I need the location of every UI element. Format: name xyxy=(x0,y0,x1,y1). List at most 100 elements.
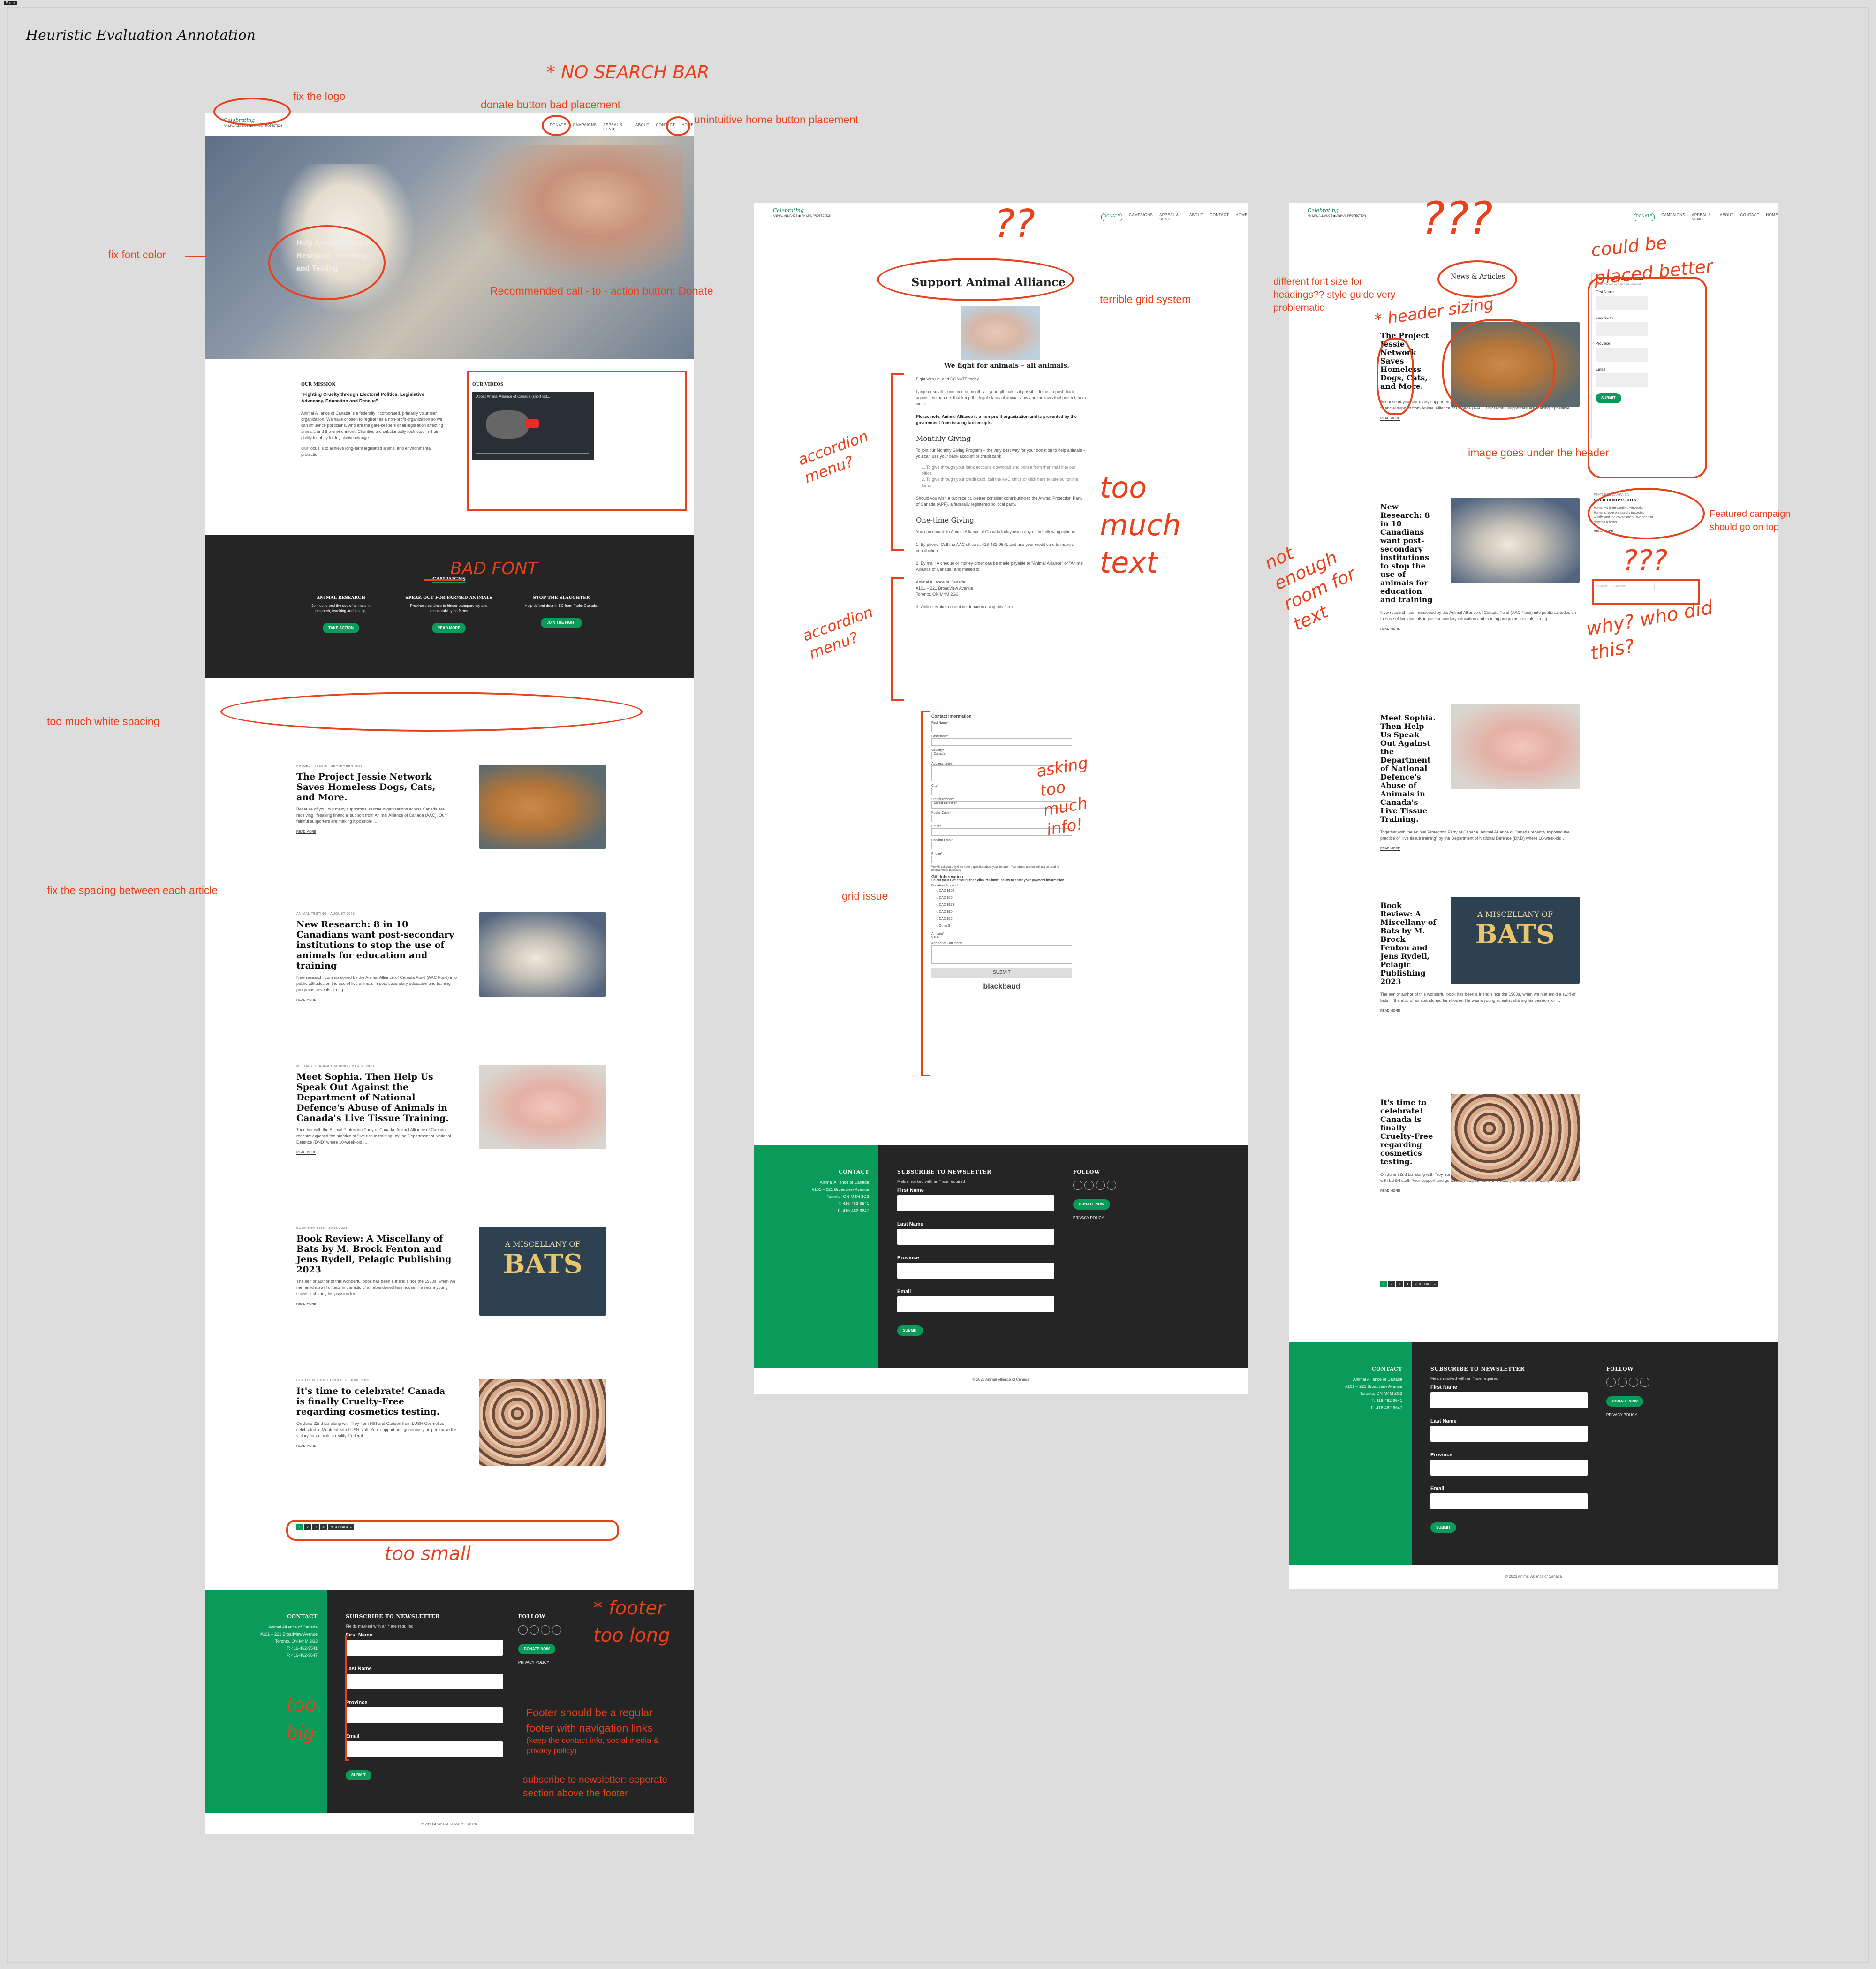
contact-phone[interactable]: T: 416-462-9541 xyxy=(260,1645,318,1652)
form-country-select[interactable]: Canada xyxy=(931,752,1072,759)
contact-phone[interactable]: T: 416-462-9541 xyxy=(1345,1397,1402,1404)
province-input[interactable] xyxy=(897,1263,1054,1279)
email-input[interactable] xyxy=(1430,1493,1588,1509)
province-input[interactable] xyxy=(346,1707,503,1723)
nav-home[interactable]: HOME xyxy=(1235,213,1248,221)
last-name-input[interactable] xyxy=(346,1674,503,1689)
last-name-input[interactable] xyxy=(897,1229,1054,1245)
footer-contact-heading: CONTACT xyxy=(1372,1366,1402,1372)
monthly-item-2[interactable]: 2. To give through your credit card, cal… xyxy=(916,477,1087,489)
page-4[interactable]: 4 xyxy=(1404,1281,1411,1287)
nav-campaigns[interactable]: CAMPAIGNS xyxy=(573,123,597,131)
amount-option[interactable]: ○ CAD $100 xyxy=(936,887,1072,894)
instagram-icon[interactable] xyxy=(1629,1378,1638,1387)
newsletter-submit-button[interactable]: SUBMIT xyxy=(346,1770,371,1780)
first-name-input[interactable] xyxy=(1430,1392,1588,1408)
facebook-icon[interactable] xyxy=(1618,1378,1627,1387)
instagram-icon[interactable] xyxy=(1096,1181,1105,1190)
read-more-link[interactable]: READ MORE xyxy=(1380,417,1400,421)
form-confirm-email-input[interactable] xyxy=(931,842,1072,849)
form-last-name-input[interactable] xyxy=(931,738,1072,746)
nav-appeal[interactable]: APPEAL & SEND xyxy=(1692,213,1713,221)
read-more-link[interactable]: READ MORE xyxy=(1380,1189,1400,1193)
read-more-link[interactable]: READ MORE xyxy=(1380,628,1400,631)
join-fight-button[interactable]: JOIN THE FIGHT xyxy=(541,618,582,628)
province-input[interactable] xyxy=(1430,1460,1588,1476)
take-action-button[interactable]: TAKE ACTION xyxy=(323,623,359,633)
email-icon[interactable] xyxy=(518,1625,528,1635)
facebook-icon[interactable] xyxy=(1084,1181,1094,1190)
email-input[interactable] xyxy=(897,1296,1054,1312)
email-icon[interactable] xyxy=(1073,1181,1082,1190)
news-article-4[interactable]: Book Review: A Miscellany of Bats by M. … xyxy=(1380,897,1580,1014)
privacy-policy-link[interactable]: PRIVACY POLICY xyxy=(518,1660,549,1665)
nav-appeal[interactable]: APPEAL & SEND xyxy=(1159,213,1183,221)
monthly-item-1[interactable]: 1. To give through your bank account, do… xyxy=(916,464,1087,477)
nav-campaigns[interactable]: CAMPAIGNS xyxy=(1129,213,1153,221)
amount-option[interactable]: ○ CAD $25 xyxy=(936,916,1072,923)
first-name-input[interactable] xyxy=(346,1640,503,1656)
read-more-link[interactable]: READ MORE xyxy=(1380,847,1400,851)
news-article-3[interactable]: Meet Sophia. Then Help Us Speak Out Agai… xyxy=(1380,704,1580,852)
newsletter-submit-button[interactable]: SUBMIT xyxy=(897,1325,923,1336)
article-3[interactable]: MILITARY TRAUMA TRAINING · MARCH 2023 Me… xyxy=(296,1065,606,1156)
article-2[interactable]: ANIMAL TESTING · AUGUST 2023 New Researc… xyxy=(296,912,606,1003)
news-article-2[interactable]: New Research: 8 in 10 Canadians want pos… xyxy=(1380,498,1580,632)
footer-donate-button[interactable]: DONATE NOW xyxy=(1073,1199,1110,1210)
amount-option[interactable]: ○ CAD $175 xyxy=(936,901,1072,909)
email-icon[interactable] xyxy=(1606,1378,1616,1387)
article-1[interactable]: PROJECT JESSIE · SEPTEMBER 2023 The Proj… xyxy=(296,765,606,849)
instagram-icon[interactable] xyxy=(541,1625,550,1635)
nav-about[interactable]: ABOUT xyxy=(635,123,650,131)
article-5[interactable]: BEAUTY WITHOUT CRUELTY · JUNE 2023 It's … xyxy=(296,1379,606,1466)
read-more-button[interactable]: READ MORE xyxy=(431,623,466,633)
news-article-5[interactable]: It's time to celebrate! Canada is finall… xyxy=(1380,1094,1580,1194)
comments-textarea[interactable] xyxy=(931,945,1072,964)
privacy-policy-link[interactable]: PRIVACY POLICY xyxy=(1073,1216,1104,1220)
nav-home[interactable]: HOME xyxy=(1766,213,1778,221)
read-more-link[interactable]: READ MORE xyxy=(296,830,317,834)
nav-donate[interactable]: DONATE xyxy=(1634,213,1655,221)
read-more-link[interactable]: READ MORE xyxy=(296,999,317,1002)
page-3[interactable]: 3 xyxy=(1396,1281,1403,1287)
nav-appeal[interactable]: APPEAL & SEND xyxy=(603,123,629,131)
page-2[interactable]: 2 xyxy=(1388,1281,1395,1287)
first-name-input[interactable] xyxy=(897,1195,1054,1211)
amount-option[interactable]: ○ Other $ xyxy=(936,923,1072,930)
read-more-link[interactable]: READ MORE xyxy=(296,1445,317,1448)
article-4[interactable]: BOOK REVIEWS · JUNE 2023 Book Review: A … xyxy=(296,1227,606,1316)
site-logo[interactable]: Celebrating ANIMAL ALLIANCE ▣ ANIMAL PRO… xyxy=(773,207,831,218)
page-1[interactable]: 1 xyxy=(1380,1281,1387,1287)
contact-phone[interactable]: T: 416-462-9541 xyxy=(812,1200,869,1207)
nav-campaigns[interactable]: CAMPAIGNS xyxy=(1661,213,1685,221)
amount-option[interactable]: ○ CAD $10 xyxy=(936,909,1072,916)
facebook-icon[interactable] xyxy=(530,1625,539,1635)
footer-donate-button[interactable]: DONATE NOW xyxy=(1606,1396,1643,1407)
form-first-name-input[interactable] xyxy=(931,725,1072,732)
nav-contact[interactable]: CONTACT xyxy=(1210,213,1229,221)
next-page[interactable]: NEXT PAGE » xyxy=(1412,1281,1438,1287)
monthly-heading: Monthly Giving xyxy=(916,434,971,443)
newsletter-submit-button[interactable]: SUBMIT xyxy=(1430,1522,1456,1533)
annotation-grid-issue: grid issue xyxy=(842,890,888,902)
youtube-icon[interactable] xyxy=(552,1625,561,1635)
email-input[interactable] xyxy=(346,1741,503,1757)
nav-about[interactable]: ABOUT xyxy=(1189,213,1203,221)
youtube-icon[interactable] xyxy=(1107,1181,1116,1190)
read-more-link[interactable]: READ MORE xyxy=(296,1151,317,1155)
footer-donate-button[interactable]: DONATE NOW xyxy=(518,1644,555,1654)
nav-donate[interactable]: DONATE xyxy=(1101,213,1123,221)
read-more-link[interactable]: READ MORE xyxy=(1380,1009,1400,1013)
annotation-underline-campaigns xyxy=(424,579,462,581)
youtube-icon[interactable] xyxy=(1640,1378,1649,1387)
privacy-policy-link[interactable]: PRIVACY POLICY xyxy=(1606,1413,1637,1417)
mission-subtitle: "Fighting Cruelty through Electoral Poli… xyxy=(301,392,424,404)
read-more-link[interactable]: READ MORE xyxy=(296,1303,317,1306)
nav-about[interactable]: ABOUT xyxy=(1720,213,1734,221)
nav-contact[interactable]: CONTACT xyxy=(1740,213,1760,221)
last-name-input[interactable] xyxy=(1430,1426,1588,1442)
donation-submit-button[interactable]: SUBMIT xyxy=(931,968,1072,978)
form-phone-input[interactable] xyxy=(931,856,1072,863)
site-logo[interactable]: Celebrating ANIMAL ALLIANCE ▣ ANIMAL PRO… xyxy=(1308,207,1366,218)
amount-option[interactable]: ○ CAD $50 xyxy=(936,894,1072,901)
